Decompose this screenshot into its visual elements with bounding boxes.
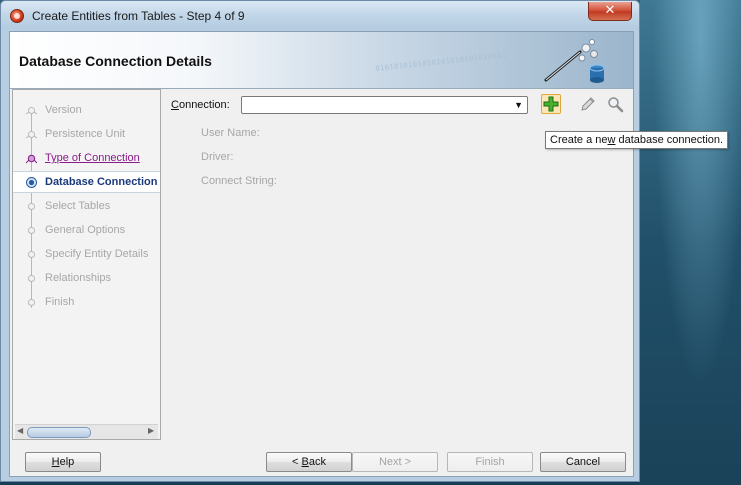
connection-dropdown[interactable]: ▼ <box>241 96 528 114</box>
database-wand-icon <box>544 39 605 83</box>
step-label: Specify Entity Details <box>45 248 149 260</box>
user-name-label: User Name: <box>201 127 260 139</box>
finish-button[interactable]: Finish <box>447 452 533 472</box>
connect-string-label: Connect String: <box>201 175 277 187</box>
step-node-icon <box>26 107 37 115</box>
browse-connection-button[interactable] <box>607 96 624 113</box>
steps-horizontal-scrollbar[interactable]: ◀ ▶ <box>15 424 158 439</box>
app-icon <box>10 9 24 23</box>
page-title: Database Connection Details <box>19 53 212 69</box>
step-version: Version <box>13 100 160 120</box>
close-button[interactable]: ✕ <box>588 2 632 21</box>
edit-connection-button[interactable] <box>579 96 596 113</box>
connection-label: Connection: <box>171 99 230 111</box>
step-node-icon <box>28 227 35 234</box>
cancel-button[interactable]: Cancel <box>540 452 626 472</box>
step-specify-entity-details: Specify Entity Details <box>13 244 160 264</box>
dialog-content: 0101010101010101010101010101 Database Co… <box>9 31 634 477</box>
step-link[interactable]: Type of Connection <box>45 152 140 164</box>
step-current-icon <box>26 177 37 188</box>
step-node-icon <box>28 299 35 306</box>
title-bar[interactable]: Create Entities from Tables - Step 4 of … <box>1 1 639 29</box>
plus-icon <box>543 96 559 112</box>
desktop-background <box>640 0 741 485</box>
step-label: Version <box>45 104 82 116</box>
back-button[interactable]: < Back <box>266 452 352 472</box>
step-label: Persistence Unit <box>45 128 126 140</box>
step-persistence-unit: Persistence Unit <box>13 124 160 144</box>
window-title: Create Entities from Tables - Step 4 of … <box>32 9 245 23</box>
wizard-dialog: Create Entities from Tables - Step 4 of … <box>0 0 640 482</box>
next-button[interactable]: Next > <box>352 452 438 472</box>
step-general-options: General Options <box>13 220 160 240</box>
driver-label: Driver: <box>201 151 234 163</box>
add-connection-tooltip: Create a new database connection. <box>545 131 729 149</box>
scroll-left-icon[interactable]: ◀ <box>17 426 23 435</box>
step-label: Select Tables <box>45 200 111 212</box>
step-database-connection: Database Connection <box>13 171 160 193</box>
step-node-icon <box>28 203 35 210</box>
add-connection-button[interactable] <box>541 94 561 114</box>
step-relationships: Relationships <box>13 268 160 288</box>
header-binary-decoration: 0101010101010101010101010101 <box>374 51 508 73</box>
step-label: Relationships <box>45 272 112 284</box>
chevron-down-icon[interactable]: ▼ <box>514 100 523 110</box>
step-visited-icon <box>26 154 37 164</box>
wizard-steps-panel: Version Persistence Unit Type of Connect… <box>12 89 161 440</box>
step-finish: Finish <box>13 292 160 312</box>
step-label: Finish <box>45 296 75 308</box>
wizard-header: 0101010101010101010101010101 Database Co… <box>10 32 633 89</box>
step-label: General Options <box>45 224 126 236</box>
step-node-icon <box>26 131 37 139</box>
step-node-icon <box>28 251 35 258</box>
scrollbar-thumb[interactable] <box>27 427 91 438</box>
scroll-right-icon[interactable]: ▶ <box>148 426 154 435</box>
step-select-tables: Select Tables <box>13 196 160 216</box>
step-label: Database Connection <box>45 176 158 188</box>
step-type-of-connection[interactable]: Type of Connection <box>13 148 160 168</box>
step-node-icon <box>28 275 35 282</box>
help-button[interactable]: Help <box>25 452 101 472</box>
